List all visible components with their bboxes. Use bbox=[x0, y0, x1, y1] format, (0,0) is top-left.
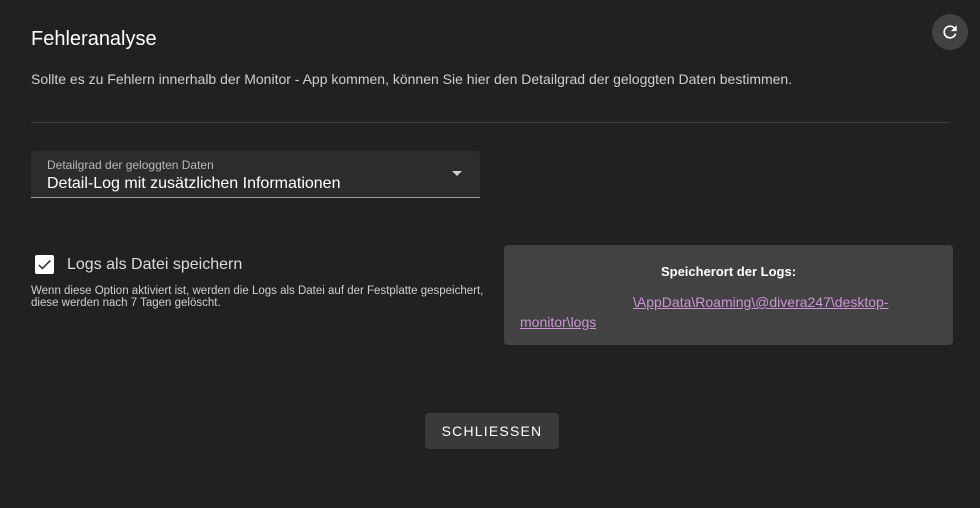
divider bbox=[31, 122, 950, 123]
checkmark-icon bbox=[38, 259, 51, 270]
dropdown-arrow-icon bbox=[452, 171, 462, 176]
save-logs-checkbox[interactable] bbox=[35, 255, 54, 274]
log-level-select[interactable]: Detailgrad der geloggten Daten Detail-Lo… bbox=[31, 151, 480, 198]
storage-path-link[interactable]: \AppData\Roaming\@divera247\desktop-moni… bbox=[520, 292, 920, 332]
save-logs-checkbox-row[interactable]: Logs als Datei speichern bbox=[35, 255, 242, 274]
log-level-select-value: Detail-Log mit zusätzlichen Informatione… bbox=[47, 175, 341, 192]
refresh-icon bbox=[943, 25, 957, 39]
error-analysis-dialog: Fehleranalyse Sollte es zu Fehlern inner… bbox=[0, 0, 980, 508]
dialog-title: Fehleranalyse bbox=[31, 28, 157, 50]
log-level-select-label: Detailgrad der geloggten Daten bbox=[47, 158, 214, 172]
storage-location-card: Speicherort der Logs: \AppData\Roaming\@… bbox=[504, 245, 953, 345]
save-logs-hint: Wenn diese Option aktiviert ist, werden … bbox=[31, 285, 484, 309]
dialog-description: Sollte es zu Fehlern innerhalb der Monit… bbox=[31, 71, 793, 87]
storage-location-title: Speicherort der Logs: bbox=[660, 264, 797, 279]
save-logs-label: Logs als Datei speichern bbox=[67, 255, 243, 273]
refresh-button[interactable] bbox=[932, 14, 968, 50]
close-button[interactable]: SCHLIESSEN bbox=[425, 413, 559, 449]
